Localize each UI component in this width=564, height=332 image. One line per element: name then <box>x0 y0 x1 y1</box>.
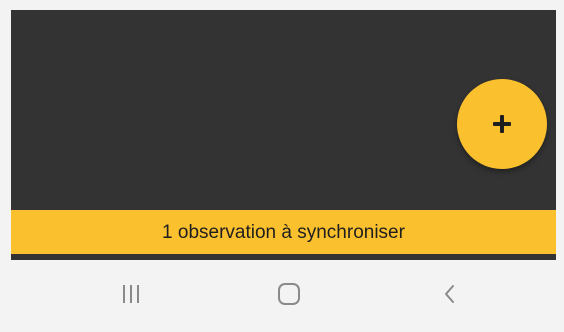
app-content-area: 1 observation à synchroniser <box>11 10 556 260</box>
home-button[interactable] <box>259 272 319 316</box>
system-navigation-bar <box>0 260 564 332</box>
plus-icon <box>492 114 512 134</box>
screen: 1 observation à synchroniser <box>0 0 564 332</box>
back-icon <box>438 282 462 306</box>
recent-apps-icon <box>119 282 143 306</box>
back-button[interactable] <box>420 272 480 316</box>
sync-status-bar[interactable]: 1 observation à synchroniser <box>11 210 556 254</box>
sync-status-text: 1 observation à synchroniser <box>162 221 405 243</box>
home-icon <box>276 281 302 307</box>
recent-apps-button[interactable] <box>101 272 161 316</box>
add-observation-button[interactable] <box>457 79 547 169</box>
